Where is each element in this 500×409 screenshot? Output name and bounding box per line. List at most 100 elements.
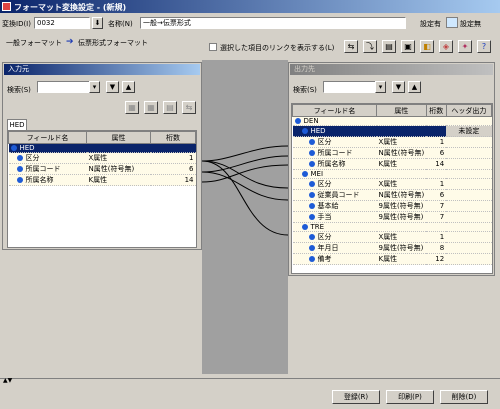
source-format: 一般フォーマット xyxy=(6,39,62,47)
header-output-cell[interactable] xyxy=(446,147,492,159)
col-digits[interactable]: 桁数 xyxy=(425,104,447,117)
header-output-cell[interactable] xyxy=(446,158,492,170)
digits-cell xyxy=(426,222,447,232)
table-row[interactable]: HED 未設定 xyxy=(292,125,492,137)
table-row[interactable]: 区分 X属性 1 xyxy=(292,178,492,190)
col-field-name[interactable]: フィールド名 xyxy=(292,104,377,117)
link-tool-icon[interactable]: ⇆ xyxy=(344,40,358,53)
table-row[interactable]: 手当 9属性(符号無) 7 xyxy=(292,211,492,223)
digits-cell: 7 xyxy=(426,211,447,223)
show-links-checkbox[interactable] xyxy=(209,43,217,51)
attr-cell: N属性(符号無) xyxy=(376,147,427,159)
field-name-cell: 区分 xyxy=(292,136,377,148)
col-header-output[interactable]: ヘッダ出力 xyxy=(445,104,492,117)
digits-cell: 7 xyxy=(426,200,447,212)
input-tool-4-icon[interactable]: ⇆ xyxy=(182,101,196,114)
input-search-prev[interactable]: ▲ xyxy=(122,81,135,93)
table-row[interactable]: TRE xyxy=(292,222,492,232)
input-tool-3-icon[interactable]: ▤ xyxy=(163,101,177,114)
output-search-prev[interactable]: ▲ xyxy=(408,81,421,93)
col-attribute[interactable]: 属性 xyxy=(376,104,427,117)
id-lookup-button[interactable]: ⬇ xyxy=(92,17,103,29)
table-row[interactable]: 所属コード N属性(符号無) 6 xyxy=(292,147,492,159)
delete-button[interactable]: 削除(D) xyxy=(440,390,488,404)
node-icon xyxy=(308,181,315,187)
node-icon xyxy=(16,166,23,172)
table-row[interactable]: MEI xyxy=(292,169,492,179)
triangle-up-icon: ▲ xyxy=(125,83,132,91)
color-tool-icon[interactable]: ✦ xyxy=(458,40,472,53)
header-output-cell[interactable]: 未設定 xyxy=(446,125,492,137)
col-digits[interactable]: 桁数 xyxy=(150,131,196,144)
col-field-name[interactable]: フィールド名 xyxy=(8,131,87,144)
digits-cell: 12 xyxy=(426,253,447,265)
id-input[interactable]: 0032 xyxy=(34,17,90,29)
input-grid: フィールド名 属性 桁数 HED 区分 X属性 1 所属コード N属性(符号無)… xyxy=(7,130,197,248)
import-tool-icon[interactable]: ▤ xyxy=(382,40,396,53)
table-row[interactable]: 所属名称 K属性 14 xyxy=(292,158,492,170)
header-output-cell[interactable] xyxy=(446,169,492,179)
digits-cell: 1 xyxy=(150,152,196,164)
table-row[interactable]: 区分 X属性 1 xyxy=(8,152,196,164)
node-icon xyxy=(308,214,315,220)
input-search-dropdown[interactable]: ▾ xyxy=(89,81,100,93)
palette-tool-icon[interactable]: ◈ xyxy=(439,40,453,53)
output-search-next[interactable]: ▼ xyxy=(392,81,405,93)
tab-hed[interactable]: HED xyxy=(7,119,27,130)
output-search-dropdown[interactable]: ▾ xyxy=(375,81,386,93)
header-output-cell[interactable] xyxy=(446,242,492,254)
table-row[interactable]: 所属コード N属性(符号無) 6 xyxy=(8,163,196,175)
digits-cell: 1 xyxy=(426,136,447,148)
table-row[interactable]: 年月日 9属性(符号無) 8 xyxy=(292,242,492,254)
digits-cell: 6 xyxy=(150,163,196,175)
print-button[interactable]: 印刷(P) xyxy=(386,390,434,404)
table-row[interactable]: 従業員コード N属性(符号無) 6 xyxy=(292,189,492,201)
table-row[interactable]: 所属名称 K属性 14 xyxy=(8,174,196,186)
header-output-cell[interactable] xyxy=(446,136,492,148)
attr-cell: X属性 xyxy=(86,152,151,164)
folder-tool-icon[interactable]: ◧ xyxy=(420,40,434,53)
digits-cell: 14 xyxy=(150,174,196,186)
triangle-up-icon: ▲ xyxy=(411,83,418,91)
node-icon xyxy=(308,192,315,198)
digits-cell: 6 xyxy=(426,189,447,201)
table-row[interactable]: 基本給 9属性(符号無) 7 xyxy=(292,200,492,212)
digits-cell xyxy=(150,143,196,153)
table-row[interactable]: 区分 X属性 1 xyxy=(292,231,492,243)
table-row[interactable]: 区分 X属性 1 xyxy=(292,136,492,148)
header-output-cell[interactable] xyxy=(446,253,492,265)
field-name-cell: 所属コード xyxy=(292,147,377,159)
node-icon xyxy=(301,128,308,134)
input-panel: 入力元 検索(S) ▾ ▼ ▲ ▦ ▦ ▤ ⇆ HED フィールド名 属性 桁数 xyxy=(2,62,202,250)
splitter-bar[interactable]: ▲▼ xyxy=(0,377,500,386)
triangle-down-icon: ▼ xyxy=(109,83,116,91)
target-format: 伝票形式フォーマット xyxy=(78,39,148,47)
attr-cell: 9属性(符号無) xyxy=(376,200,427,212)
input-tool-2-icon[interactable]: ▦ xyxy=(144,101,158,114)
table-row[interactable]: 備考 K属性 12 xyxy=(292,253,492,265)
header-output-cell[interactable] xyxy=(446,211,492,223)
attr-cell: K属性 xyxy=(86,174,151,186)
save-tool-icon[interactable]: ▣ xyxy=(401,40,415,53)
link-line-mei-code xyxy=(202,171,288,201)
field-name-cell: 従業員コード xyxy=(292,189,377,201)
header-output-cell[interactable] xyxy=(446,189,492,201)
register-button[interactable]: 登録(R) xyxy=(332,390,380,404)
col-attribute[interactable]: 属性 xyxy=(86,131,151,144)
header-output-cell[interactable] xyxy=(446,178,492,190)
name-input[interactable]: 一般→伝票形式 xyxy=(140,17,406,29)
input-panel-title: 入力元 xyxy=(4,64,200,75)
header-output-cell[interactable] xyxy=(446,116,492,126)
help-tool-icon[interactable]: ? xyxy=(477,40,491,53)
connect-tool-icon[interactable]: ⤵ xyxy=(363,40,377,53)
header-output-cell[interactable] xyxy=(446,231,492,243)
input-search-next[interactable]: ▼ xyxy=(106,81,119,93)
input-search-label: 検索(S) xyxy=(7,86,31,94)
attr-cell: 9属性(符号無) xyxy=(376,242,427,254)
header-output-cell[interactable] xyxy=(446,222,492,232)
table-row[interactable]: DEN xyxy=(292,116,492,126)
field-name-cell: TRE xyxy=(292,222,377,232)
table-row[interactable]: HED xyxy=(8,143,196,153)
header-output-cell[interactable] xyxy=(446,200,492,212)
input-tool-1-icon[interactable]: ▦ xyxy=(125,101,139,114)
